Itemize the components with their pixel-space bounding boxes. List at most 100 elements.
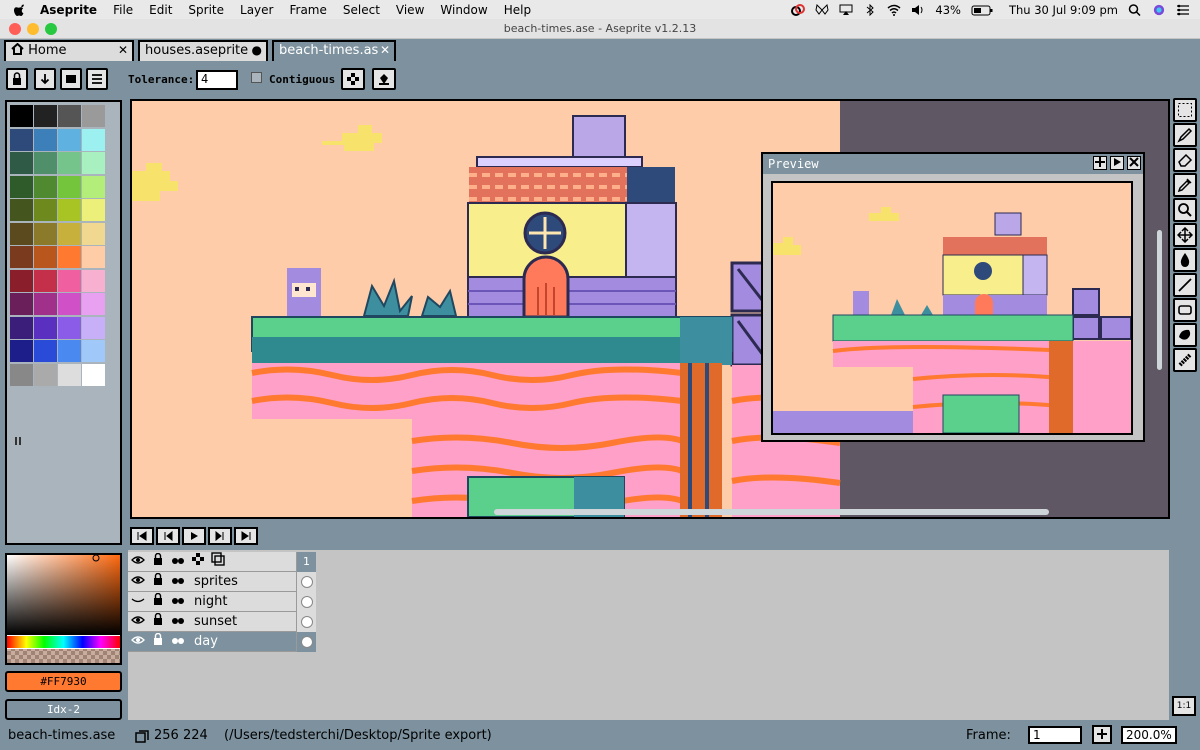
creative-cloud-icon[interactable]: [791, 3, 806, 16]
palette-resize-grip-icon[interactable]: [15, 437, 21, 445]
padlock-icon[interactable]: [148, 572, 168, 592]
palette-swatch[interactable]: [82, 175, 105, 198]
padlock-icon[interactable]: [148, 592, 168, 612]
last-frame-button[interactable]: [234, 527, 258, 545]
layer-name[interactable]: sprites: [194, 572, 238, 592]
menu-window[interactable]: Window: [440, 3, 487, 17]
palette-swatch[interactable]: [82, 340, 105, 362]
pixel-ratio-button[interactable]: 1:1: [1172, 696, 1196, 716]
control-center-icon[interactable]: [1176, 4, 1190, 16]
move-tool[interactable]: [1173, 223, 1197, 247]
timeline[interactable]: 1 sprites night sunset day: [128, 550, 1169, 720]
close-tab-icon[interactable]: ✕: [380, 42, 390, 59]
palette-swatch[interactable]: [34, 293, 57, 315]
palette-swatch[interactable]: [10, 269, 33, 292]
preview-center-button[interactable]: [1093, 156, 1107, 170]
eye-icon[interactable]: [128, 552, 148, 572]
palette-swatch[interactable]: [82, 269, 105, 292]
menu-layer[interactable]: Layer: [240, 3, 273, 17]
palette-swatch[interactable]: [34, 105, 57, 127]
frame-header-1[interactable]: 1: [296, 552, 316, 572]
menu-select[interactable]: Select: [343, 3, 380, 17]
continuous-icon[interactable]: [168, 572, 188, 592]
menu-app-name[interactable]: Aseprite: [40, 3, 97, 17]
cel-night-frame-1[interactable]: [296, 592, 316, 612]
palette-swatch[interactable]: [82, 363, 105, 386]
preview-window[interactable]: Preview: [761, 152, 1145, 442]
palette-swatch[interactable]: [82, 316, 105, 339]
palette-swatch[interactable]: [10, 246, 33, 268]
contour-tool[interactable]: [1173, 323, 1197, 347]
preview-title[interactable]: Preview: [763, 154, 1143, 174]
eye-icon[interactable]: [128, 572, 148, 592]
cel-sprites-frame-1[interactable]: [296, 572, 316, 592]
wifi-icon[interactable]: [887, 4, 901, 16]
eye-closed-icon[interactable]: [128, 592, 148, 612]
blur-tool[interactable]: [1173, 348, 1197, 372]
palette-swatch[interactable]: [34, 199, 57, 221]
maximize-window-button[interactable]: [45, 23, 57, 35]
continuous-icon[interactable]: [168, 592, 188, 612]
search-icon[interactable]: [1128, 3, 1142, 16]
palette-swatch[interactable]: [34, 152, 57, 174]
palette-swatch[interactable]: [58, 246, 81, 268]
palette-swatch[interactable]: [10, 199, 33, 221]
menu-view[interactable]: View: [396, 3, 424, 17]
rectangular-marquee-tool[interactable]: [1173, 98, 1197, 122]
contiguous-label[interactable]: Contiguous: [269, 73, 335, 86]
palette-swatch[interactable]: [34, 175, 57, 198]
vertical-scrollbar[interactable]: [1157, 230, 1162, 370]
palette-swatch[interactable]: [58, 340, 81, 362]
cel-sunset-frame-1[interactable]: [296, 612, 316, 632]
contiguous-checkbox[interactable]: [251, 72, 262, 83]
previous-frame-button[interactable]: [156, 527, 180, 545]
palette-swatch[interactable]: [10, 316, 33, 339]
palette-swatch[interactable]: [34, 269, 57, 292]
palette-swatch[interactable]: [34, 363, 57, 386]
tab-home[interactable]: Home ✕: [4, 40, 134, 61]
padlock-icon[interactable]: [148, 612, 168, 632]
menu-edit[interactable]: Edit: [149, 3, 172, 17]
continuous-icon[interactable]: [168, 552, 188, 572]
palette-swatch[interactable]: [10, 363, 33, 386]
menu-file[interactable]: File: [113, 3, 133, 17]
layer-name[interactable]: day: [194, 632, 218, 652]
tab-beach-times[interactable]: beach-times.as ✕: [272, 40, 396, 61]
palette-swatch[interactable]: [58, 199, 81, 221]
palette-options-button[interactable]: [86, 68, 108, 90]
palette-swatch[interactable]: [82, 222, 105, 245]
layer-row-sunset[interactable]: sunset: [128, 612, 316, 632]
menu-sprite[interactable]: Sprite: [188, 3, 224, 17]
layer-row-day[interactable]: day: [128, 632, 316, 652]
close-tab-icon[interactable]: ✕: [118, 42, 128, 59]
palette-swatch[interactable]: [58, 293, 81, 315]
palette-swatch[interactable]: [58, 269, 81, 292]
tab-houses[interactable]: houses.aseprite ●: [138, 40, 268, 61]
cel-day-frame-1[interactable]: [296, 632, 316, 652]
frame-input[interactable]: 1: [1028, 726, 1082, 744]
palette-swatch[interactable]: [58, 363, 81, 386]
lock-alpha-button[interactable]: [6, 68, 28, 90]
preview-close-button[interactable]: [1127, 156, 1141, 170]
foreground-color-button[interactable]: #FF7930: [5, 671, 122, 692]
palette-swatch[interactable]: [10, 340, 33, 362]
palette-swatch[interactable]: [10, 128, 33, 151]
palette-swatch[interactable]: [10, 293, 33, 315]
presets-button[interactable]: [60, 68, 82, 90]
rectangle-tool[interactable]: [1173, 298, 1197, 322]
line-tool[interactable]: [1173, 273, 1197, 297]
padlock-icon[interactable]: [148, 632, 168, 652]
pixel-connectivity-button[interactable]: [341, 68, 365, 90]
sort-palette-button[interactable]: [34, 68, 56, 90]
first-frame-button[interactable]: [130, 527, 154, 545]
eye-icon[interactable]: [128, 612, 148, 632]
background-color-button[interactable]: Idx-2: [5, 699, 122, 720]
eraser-tool[interactable]: [1173, 148, 1197, 172]
clock[interactable]: Thu 30 Jul 9:09 pm: [1009, 3, 1118, 17]
minimize-window-button[interactable]: [27, 23, 39, 35]
menu-frame[interactable]: Frame: [289, 3, 326, 17]
padlock-icon[interactable]: [148, 552, 168, 572]
fill-mode-button[interactable]: [372, 68, 396, 90]
palette-swatch[interactable]: [34, 222, 57, 245]
add-frame-button[interactable]: [1092, 725, 1112, 744]
